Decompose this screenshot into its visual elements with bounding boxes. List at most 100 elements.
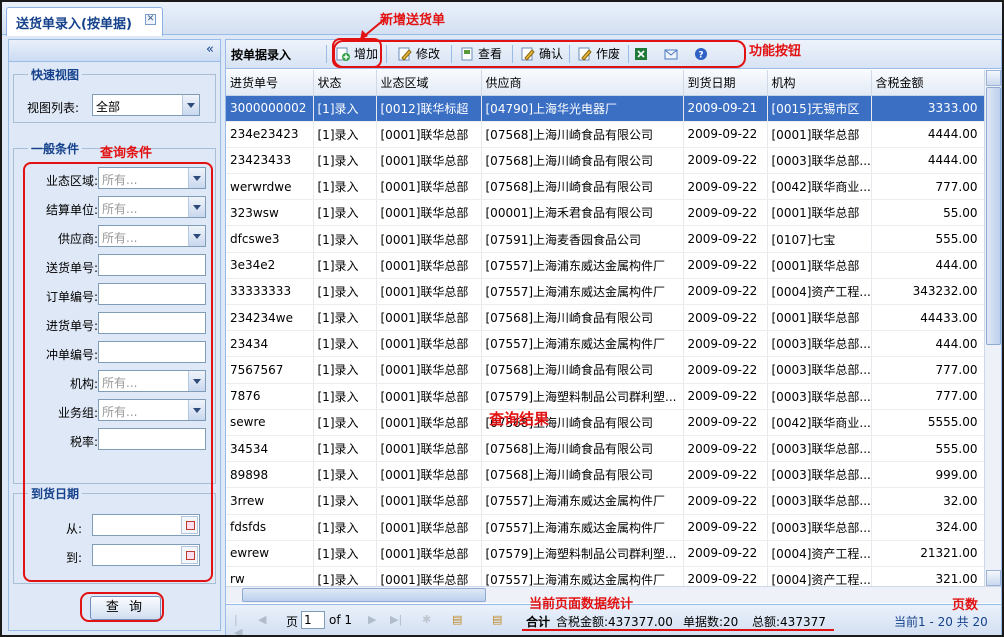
table-row[interactable]: 23423433 [1]录入 [0001]联华总部 [07568]上海川崎食品有限公司… bbox=[226, 147, 984, 175]
last-page-icon[interactable]: ▶| bbox=[390, 613, 402, 626]
view-list-select[interactable]: 全部 bbox=[92, 94, 200, 116]
table-cell: [1]录入 bbox=[313, 566, 377, 586]
summary-icon[interactable]: ▤ bbox=[492, 613, 504, 626]
table-cell: [0003]联华总部... bbox=[767, 514, 872, 541]
table-row[interactable]: 34534 [1]录入 [0001]联华总部 [07568]上海川崎食品有限公司 200… bbox=[226, 435, 984, 463]
chevron-down-icon[interactable] bbox=[182, 95, 199, 115]
table-cell: [1]录入 bbox=[313, 225, 377, 253]
table-row[interactable]: ewrew [1]录入 [0001]联华总部 [07579]上海塑料制品公司群利塑..… bbox=[226, 540, 984, 567]
table-cell: 2009-09-22 bbox=[683, 435, 768, 463]
table-row[interactable]: 323wsw [1]录入 [0001]联华总部 [00001]上海禾君食品有限公司 20… bbox=[226, 199, 984, 227]
scroll-thumb[interactable] bbox=[986, 87, 1001, 345]
table-row[interactable]: 3e34e2 [1]录入 [0001]联华总部 [07557]上海浦东威达金属构件厂 2… bbox=[226, 252, 984, 279]
table-cell: [0004]资产工程... bbox=[767, 566, 872, 586]
table-cell: 324.00 bbox=[871, 514, 984, 541]
table-cell: 3e34e2 bbox=[226, 252, 314, 279]
first-page-icon[interactable]: |◀ bbox=[234, 613, 246, 635]
table-cell: [1]录入 bbox=[313, 199, 377, 227]
table-cell: 3333.00 bbox=[871, 95, 984, 122]
table-cell: 999.00 bbox=[871, 461, 984, 489]
table-cell: [1]录入 bbox=[313, 383, 377, 410]
table-cell: 555.00 bbox=[871, 225, 984, 253]
refresh-icon[interactable]: ✱ bbox=[422, 613, 434, 626]
table-cell: [1]录入 bbox=[313, 278, 377, 306]
table-cell: 2009-09-22 bbox=[683, 304, 768, 332]
close-icon[interactable]: ✕ bbox=[145, 14, 156, 25]
collapse-icon[interactable]: « bbox=[206, 42, 214, 57]
table-row[interactable]: 89898 [1]录入 [0001]联华总部 [07568]上海川崎食品有限公司 200… bbox=[226, 461, 984, 489]
quick-view-legend: 快速视图 bbox=[28, 66, 83, 83]
tab-delivery-entry[interactable]: 送货单录入(按单据) ✕ bbox=[6, 7, 163, 36]
table-cell: 2009-09-22 bbox=[683, 540, 768, 567]
results-panel: 按单据录入 增加 修改 查看 确认 作废 ? 进货单号 状态 业态区域 供应商 到货日期… bbox=[225, 39, 1002, 635]
vertical-scrollbar[interactable] bbox=[984, 70, 1001, 586]
table-cell: [07568]上海川崎食品有限公司 bbox=[481, 304, 684, 332]
table-cell: [0001]联华总部 bbox=[376, 252, 482, 279]
tab-title: 送货单录入(按单据) bbox=[16, 17, 132, 32]
annotation-box-toolbar bbox=[333, 40, 746, 68]
next-page-icon[interactable]: ▶ bbox=[368, 613, 380, 626]
scroll-thumb[interactable] bbox=[242, 588, 486, 602]
table-row[interactable]: 234e23423 [1]录入 [0001]联华总部 [07568]上海川崎食品有限公… bbox=[226, 121, 984, 148]
report-icon[interactable]: ▤ bbox=[452, 613, 464, 626]
table-cell: 2009-09-22 bbox=[683, 461, 768, 489]
view-list-value: 全部 bbox=[96, 100, 121, 114]
table-row[interactable]: 23434 [1]录入 [0001]联华总部 [07557]上海浦东威达金属构件厂 20… bbox=[226, 330, 984, 358]
table-cell: [07568]上海川崎食品有限公司 bbox=[481, 461, 684, 489]
table-cell: 2009-09-22 bbox=[683, 278, 768, 306]
table-cell: [07579]上海塑料制品公司群利塑... bbox=[481, 383, 684, 410]
table-row[interactable]: 3000000002 [1]录入 [0012]联华标超 [04790]上海华光电器厂 2… bbox=[226, 95, 984, 122]
annotation-box-query bbox=[80, 592, 164, 622]
table-row[interactable]: rw [1]录入 [0001]联华总部 [07557]上海浦东威达金属构件厂 2009-… bbox=[226, 566, 984, 586]
table-cell: 2009-09-22 bbox=[683, 121, 768, 148]
table-cell: [1]录入 bbox=[313, 304, 377, 332]
table-row[interactable]: sewre [1]录入 [0001]联华总部 [07568]上海川崎食品有限公司 200… bbox=[226, 409, 984, 436]
column-header[interactable]: 含税金额 bbox=[871, 70, 984, 96]
table-cell: [1]录入 bbox=[313, 95, 377, 122]
table-cell: [1]录入 bbox=[313, 461, 377, 489]
table-row[interactable]: werwrdwe [1]录入 [0001]联华总部 [07568]上海川崎食品有限公司… bbox=[226, 173, 984, 201]
table-cell: [1]录入 bbox=[313, 435, 377, 463]
table-row[interactable]: 7876 [1]录入 [0001]联华总部 [07579]上海塑料制品公司群利塑...… bbox=[226, 383, 984, 410]
scroll-up-icon[interactable] bbox=[986, 70, 1001, 86]
prev-page-icon[interactable]: ◀ bbox=[258, 613, 270, 626]
table-cell: 2009-09-22 bbox=[683, 383, 768, 410]
table-cell: 2009-09-22 bbox=[683, 199, 768, 227]
table-cell: [0004]资产工程... bbox=[767, 540, 872, 567]
column-header[interactable]: 状态 bbox=[313, 70, 377, 96]
table-row[interactable]: fdsfds [1]录入 [0001]联华总部 [07557]上海浦东威达金属构件厂 2… bbox=[226, 514, 984, 541]
table-row[interactable]: dfcswe3 [1]录入 [0001]联华总部 [07591]上海麦香园食品公司 20… bbox=[226, 225, 984, 253]
doc-count: 单据数:20 bbox=[683, 615, 739, 629]
table-cell: [0003]联华总部... bbox=[767, 435, 872, 463]
column-header[interactable]: 到货日期 bbox=[683, 70, 768, 96]
results-grid: 进货单号 状态 业态区域 供应商 到货日期 机构 含税金额 3000000002 [1]录入[… bbox=[226, 70, 984, 586]
table-cell: [0042]联华商业... bbox=[767, 409, 872, 436]
table-cell: 55.00 bbox=[871, 199, 984, 227]
scroll-down-icon[interactable] bbox=[986, 570, 1001, 586]
table-cell: [1]录入 bbox=[313, 121, 377, 148]
page-number-input[interactable]: 1 bbox=[301, 611, 325, 629]
column-header[interactable]: 进货单号 bbox=[226, 70, 314, 96]
table-cell: 444.00 bbox=[871, 330, 984, 358]
table-cell: 234234we bbox=[226, 304, 314, 332]
table-cell: [1]录入 bbox=[313, 147, 377, 175]
table-row[interactable]: 3rrew [1]录入 [0001]联华总部 [07557]上海浦东威达金属构件厂 20… bbox=[226, 487, 984, 515]
table-row[interactable]: 7567567 [1]录入 [0001]联华总部 [07568]上海川崎食品有限公司 2… bbox=[226, 356, 984, 384]
table-row[interactable]: 234234we [1]录入 [0001]联华总部 [07568]上海川崎食品有限公司… bbox=[226, 304, 984, 332]
column-header[interactable]: 供应商 bbox=[481, 70, 684, 96]
column-header[interactable]: 业态区域 bbox=[376, 70, 482, 96]
table-cell: 2009-09-22 bbox=[683, 330, 768, 358]
table-cell: [0001]联华总部 bbox=[376, 514, 482, 541]
table-cell: 234e23423 bbox=[226, 121, 314, 148]
tab-strip: 送货单录入(按单据) ✕ bbox=[2, 2, 1002, 36]
table-cell: [0001]联华总部 bbox=[376, 356, 482, 384]
table-cell: [07557]上海浦东威达金属构件厂 bbox=[481, 566, 684, 586]
table-cell: [0015]无锡市区 bbox=[767, 95, 872, 122]
table-cell: 44433.00 bbox=[871, 304, 984, 332]
table-cell: 2009-09-22 bbox=[683, 173, 768, 201]
table-cell: 89898 bbox=[226, 461, 314, 489]
column-header[interactable]: 机构 bbox=[767, 70, 872, 96]
table-cell: [0001]联华总部 bbox=[376, 173, 482, 201]
table-cell: 2009-09-21 bbox=[683, 95, 768, 122]
table-row[interactable]: 33333333 [1]录入 [0001]联华总部 [07557]上海浦东威达金属构件… bbox=[226, 278, 984, 306]
